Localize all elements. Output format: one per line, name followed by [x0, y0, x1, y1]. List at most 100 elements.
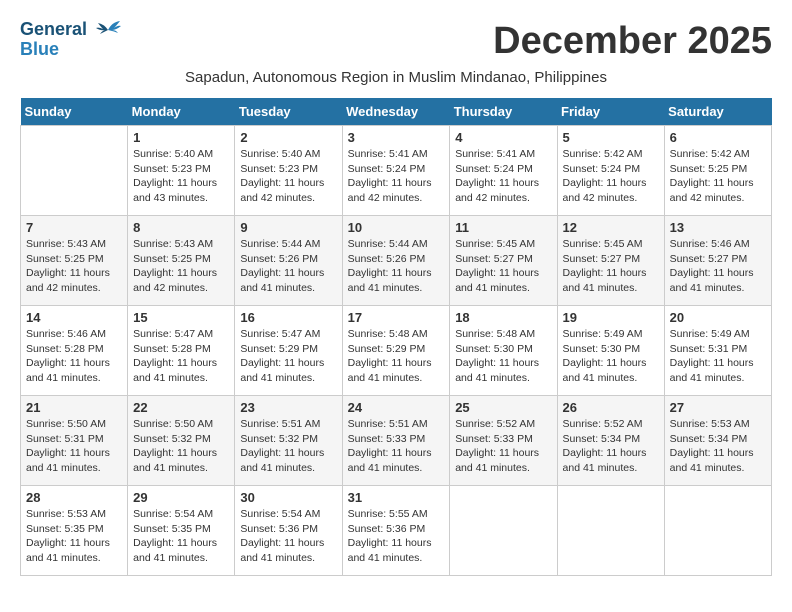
weekday-header-row: SundayMondayTuesdayWednesdayThursdayFrid…	[21, 98, 772, 126]
calendar-cell: 19 Sunrise: 5:49 AM Sunset: 5:30 PM Dayli…	[557, 306, 664, 396]
day-info: Sunrise: 5:49 AM Sunset: 5:31 PM Dayligh…	[670, 327, 766, 386]
day-number: 27	[670, 400, 766, 415]
day-info: Sunrise: 5:48 AM Sunset: 5:30 PM Dayligh…	[455, 327, 551, 386]
day-number: 3	[348, 130, 445, 145]
day-info: Sunrise: 5:45 AM Sunset: 5:27 PM Dayligh…	[563, 237, 659, 296]
page-container: General Blue December 2025 Sapadun, Auto…	[20, 20, 772, 576]
day-info: Sunrise: 5:51 AM Sunset: 5:33 PM Dayligh…	[348, 417, 445, 476]
day-info: Sunrise: 5:40 AM Sunset: 5:23 PM Dayligh…	[240, 147, 336, 206]
day-number: 23	[240, 400, 336, 415]
day-info: Sunrise: 5:44 AM Sunset: 5:26 PM Dayligh…	[348, 237, 445, 296]
day-info: Sunrise: 5:47 AM Sunset: 5:28 PM Dayligh…	[133, 327, 229, 386]
day-info: Sunrise: 5:53 AM Sunset: 5:34 PM Dayligh…	[670, 417, 766, 476]
day-number: 7	[26, 220, 122, 235]
calendar-cell: 18 Sunrise: 5:48 AM Sunset: 5:30 PM Dayli…	[450, 306, 557, 396]
weekday-header-tuesday: Tuesday	[235, 98, 342, 126]
day-number: 8	[133, 220, 229, 235]
weekday-header-wednesday: Wednesday	[342, 98, 450, 126]
day-number: 28	[26, 490, 122, 505]
calendar-cell: 4 Sunrise: 5:41 AM Sunset: 5:24 PM Daylig…	[450, 126, 557, 216]
day-info: Sunrise: 5:40 AM Sunset: 5:23 PM Dayligh…	[133, 147, 229, 206]
day-number: 2	[240, 130, 336, 145]
calendar-cell: 14 Sunrise: 5:46 AM Sunset: 5:28 PM Dayli…	[21, 306, 128, 396]
day-number: 16	[240, 310, 336, 325]
calendar-cell: 27 Sunrise: 5:53 AM Sunset: 5:34 PM Dayli…	[664, 396, 771, 486]
day-number: 4	[455, 130, 551, 145]
day-number: 1	[133, 130, 229, 145]
calendar-cell: 25 Sunrise: 5:52 AM Sunset: 5:33 PM Dayli…	[450, 396, 557, 486]
day-number: 19	[563, 310, 659, 325]
day-number: 22	[133, 400, 229, 415]
calendar-cell: 13Sunrise: 5:46 AM Sunset: 5:27 PM Dayli…	[664, 216, 771, 306]
day-info: Sunrise: 5:53 AM Sunset: 5:35 PM Dayligh…	[26, 507, 122, 566]
calendar-cell	[21, 126, 128, 216]
day-number: 6	[670, 130, 766, 145]
calendar-cell	[664, 486, 771, 576]
day-number: 30	[240, 490, 336, 505]
day-number: 21	[26, 400, 122, 415]
day-number: 20	[670, 310, 766, 325]
day-number: 18	[455, 310, 551, 325]
calendar-cell	[557, 486, 664, 576]
month-title: December 2025	[493, 20, 772, 63]
day-number: 5	[563, 130, 659, 145]
calendar-cell: 31 Sunrise: 5:55 AM Sunset: 5:36 PM Dayli…	[342, 486, 450, 576]
day-info: Sunrise: 5:52 AM Sunset: 5:34 PM Dayligh…	[563, 417, 659, 476]
calendar-cell: 17 Sunrise: 5:48 AM Sunset: 5:29 PM Dayli…	[342, 306, 450, 396]
day-number: 31	[348, 490, 445, 505]
calendar-week-row: 28 Sunrise: 5:53 AM Sunset: 5:35 PM Dayli…	[21, 486, 772, 576]
calendar-cell: 3 Sunrise: 5:41 AM Sunset: 5:24 PM Daylig…	[342, 126, 450, 216]
calendar-cell: 5 Sunrise: 5:42 AM Sunset: 5:24 PM Daylig…	[557, 126, 664, 216]
day-number: 24	[348, 400, 445, 415]
day-info: Sunrise: 5:54 AM Sunset: 5:35 PM Dayligh…	[133, 507, 229, 566]
day-info: Sunrise: 5:48 AM Sunset: 5:29 PM Dayligh…	[348, 327, 445, 386]
calendar-cell: 26 Sunrise: 5:52 AM Sunset: 5:34 PM Dayli…	[557, 396, 664, 486]
bird-icon	[94, 20, 122, 40]
calendar-cell: 8Sunrise: 5:43 AM Sunset: 5:25 PM Daylig…	[128, 216, 235, 306]
day-info: Sunrise: 5:50 AM Sunset: 5:31 PM Dayligh…	[26, 417, 122, 476]
calendar-cell: 12Sunrise: 5:45 AM Sunset: 5:27 PM Dayli…	[557, 216, 664, 306]
calendar-cell: 16 Sunrise: 5:47 AM Sunset: 5:29 PM Dayli…	[235, 306, 342, 396]
calendar-cell: 2 Sunrise: 5:40 AM Sunset: 5:23 PM Daylig…	[235, 126, 342, 216]
day-info: Sunrise: 5:50 AM Sunset: 5:32 PM Dayligh…	[133, 417, 229, 476]
day-info: Sunrise: 5:51 AM Sunset: 5:32 PM Dayligh…	[240, 417, 336, 476]
calendar-cell: 29 Sunrise: 5:54 AM Sunset: 5:35 PM Dayli…	[128, 486, 235, 576]
day-info: Sunrise: 5:47 AM Sunset: 5:29 PM Dayligh…	[240, 327, 336, 386]
weekday-header-sunday: Sunday	[21, 98, 128, 126]
day-number: 9	[240, 220, 336, 235]
day-number: 29	[133, 490, 229, 505]
calendar-week-row: 14 Sunrise: 5:46 AM Sunset: 5:28 PM Dayli…	[21, 306, 772, 396]
day-info: Sunrise: 5:41 AM Sunset: 5:24 PM Dayligh…	[455, 147, 551, 206]
calendar-cell: 6 Sunrise: 5:42 AM Sunset: 5:25 PM Daylig…	[664, 126, 771, 216]
day-info: Sunrise: 5:52 AM Sunset: 5:33 PM Dayligh…	[455, 417, 551, 476]
day-info: Sunrise: 5:46 AM Sunset: 5:28 PM Dayligh…	[26, 327, 122, 386]
calendar-cell: 7Sunrise: 5:43 AM Sunset: 5:25 PM Daylig…	[21, 216, 128, 306]
logo-blue: Blue	[20, 40, 122, 60]
day-info: Sunrise: 5:46 AM Sunset: 5:27 PM Dayligh…	[670, 237, 766, 296]
calendar-cell: 28 Sunrise: 5:53 AM Sunset: 5:35 PM Dayli…	[21, 486, 128, 576]
weekday-header-friday: Friday	[557, 98, 664, 126]
day-number: 25	[455, 400, 551, 415]
calendar-cell: 22 Sunrise: 5:50 AM Sunset: 5:32 PM Dayli…	[128, 396, 235, 486]
calendar-cell: 20 Sunrise: 5:49 AM Sunset: 5:31 PM Dayli…	[664, 306, 771, 396]
calendar-cell: 9 Sunrise: 5:44 AM Sunset: 5:26 PM Daylig…	[235, 216, 342, 306]
day-info: Sunrise: 5:55 AM Sunset: 5:36 PM Dayligh…	[348, 507, 445, 566]
weekday-header-monday: Monday	[128, 98, 235, 126]
calendar-cell: 15Sunrise: 5:47 AM Sunset: 5:28 PM Dayli…	[128, 306, 235, 396]
day-number: 14	[26, 310, 122, 325]
day-info: Sunrise: 5:44 AM Sunset: 5:26 PM Dayligh…	[240, 237, 336, 296]
calendar-week-row: 21 Sunrise: 5:50 AM Sunset: 5:31 PM Dayli…	[21, 396, 772, 486]
calendar-cell: 11Sunrise: 5:45 AM Sunset: 5:27 PM Dayli…	[450, 216, 557, 306]
day-info: Sunrise: 5:41 AM Sunset: 5:24 PM Dayligh…	[348, 147, 445, 206]
day-info: Sunrise: 5:49 AM Sunset: 5:30 PM Dayligh…	[563, 327, 659, 386]
calendar-cell: 23 Sunrise: 5:51 AM Sunset: 5:32 PM Dayli…	[235, 396, 342, 486]
subtitle: Sapadun, Autonomous Region in Muslim Min…	[20, 69, 772, 86]
day-info: Sunrise: 5:54 AM Sunset: 5:36 PM Dayligh…	[240, 507, 336, 566]
weekday-header-thursday: Thursday	[450, 98, 557, 126]
day-number: 26	[563, 400, 659, 415]
calendar-table: SundayMondayTuesdayWednesdayThursdayFrid…	[20, 98, 772, 576]
day-info: Sunrise: 5:42 AM Sunset: 5:24 PM Dayligh…	[563, 147, 659, 206]
day-info: Sunrise: 5:42 AM Sunset: 5:25 PM Dayligh…	[670, 147, 766, 206]
day-number: 17	[348, 310, 445, 325]
calendar-cell: 21 Sunrise: 5:50 AM Sunset: 5:31 PM Dayli…	[21, 396, 128, 486]
